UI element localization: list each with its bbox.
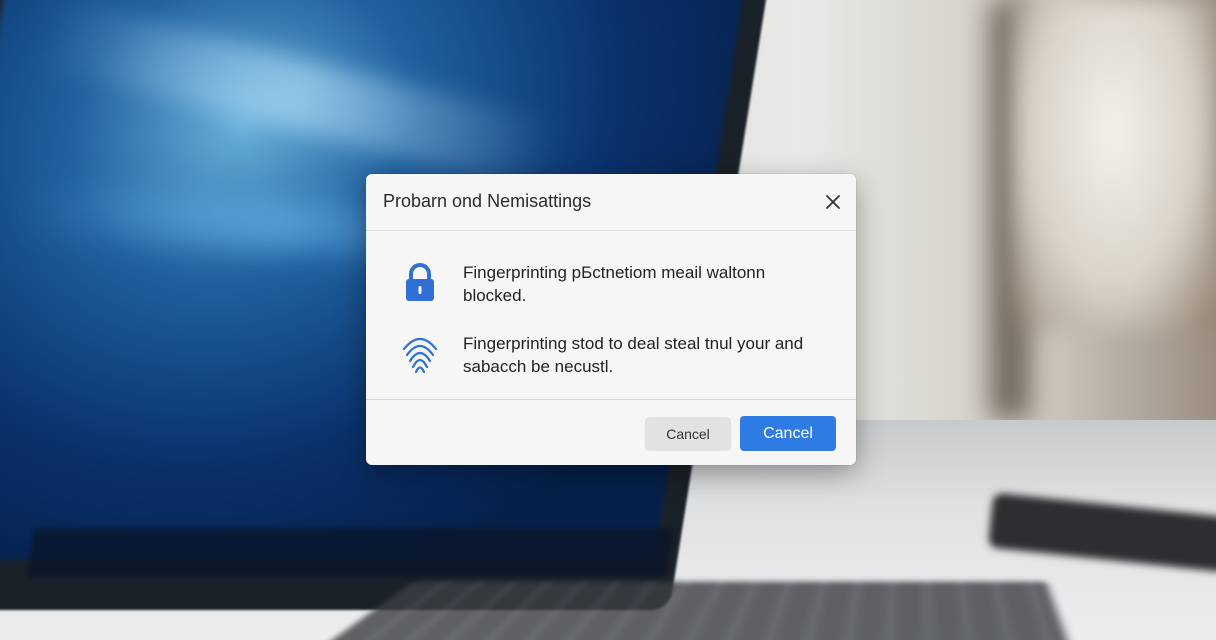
dialog-title: Probarn ond Nemisattings: [383, 191, 592, 211]
background-window: [1010, 0, 1216, 330]
close-icon: [826, 195, 840, 209]
list-item-text: Fingerprinting stod to deal steal tnul y…: [463, 334, 804, 376]
cancel-button-secondary[interactable]: Cancel: [645, 417, 731, 451]
dialog-body: Fingerprinting pБctnetiom meail waltonn …: [366, 231, 856, 399]
fingerprint-icon: [400, 331, 440, 375]
cancel-button-primary[interactable]: Cancel: [740, 416, 836, 451]
background-keyboard: [294, 581, 1078, 640]
list-item-text: Fingerprinting pБctnetiom meail waltonn …: [463, 263, 766, 305]
background-taskbar: [26, 528, 674, 578]
dialog-header: Probarn ond Nemisattings: [366, 174, 856, 231]
close-button[interactable]: [820, 189, 846, 215]
settings-dialog: Probarn ond Nemisattings Fingerprinting …: [366, 174, 856, 465]
background-photo: Probarn ond Nemisattings Fingerprinting …: [0, 0, 1216, 640]
lock-icon: [400, 261, 440, 305]
dialog-footer: Cancel Cancel: [366, 399, 856, 465]
